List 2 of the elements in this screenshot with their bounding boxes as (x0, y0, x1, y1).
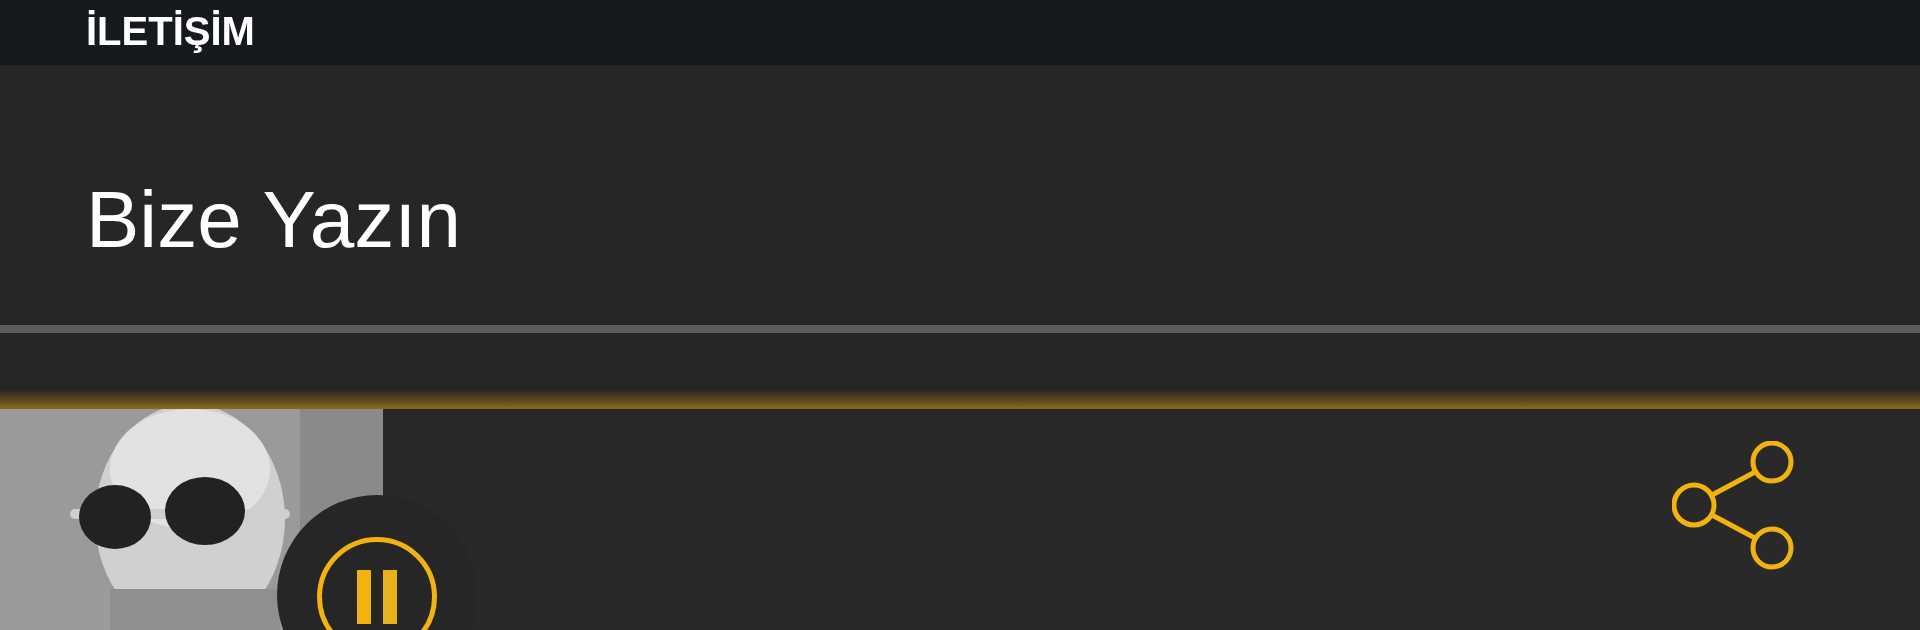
pause-icon (357, 570, 397, 624)
header-title: İLETİŞİM (86, 11, 255, 51)
